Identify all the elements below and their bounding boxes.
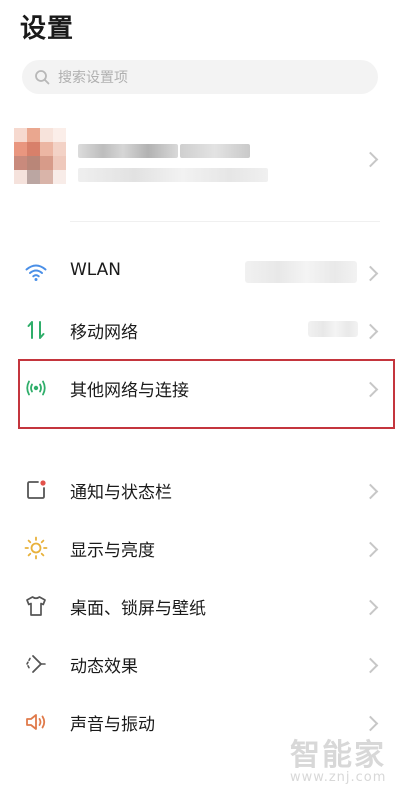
account-name-blurred-2 xyxy=(180,144,250,158)
settings-item-label: 声音与振动 xyxy=(70,715,155,735)
settings-item-label: 移动网络 xyxy=(70,323,138,343)
search-placeholder: 搜索设置项 xyxy=(58,70,128,86)
settings-item-display[interactable]: 显示与亮度 xyxy=(0,520,400,576)
animation-icon xyxy=(26,655,46,673)
settings-item-notifications[interactable]: 通知与状态栏 xyxy=(0,462,400,518)
settings-item-label: 桌面、锁屏与壁纸 xyxy=(70,599,206,619)
mobile-data-icon xyxy=(27,321,45,339)
search-input[interactable]: 搜索设置项 xyxy=(22,60,378,94)
watermark-sub: www.znj.com xyxy=(290,770,387,785)
chevron-right-icon xyxy=(362,483,379,500)
mobile-value-blurred xyxy=(308,321,358,337)
wallpaper-icon xyxy=(26,596,46,616)
chevron-right-icon xyxy=(362,265,379,282)
settings-item-mobile-network[interactable]: 移动网络 xyxy=(0,302,400,358)
chevron-right-icon xyxy=(362,715,379,732)
settings-item-label: 显示与亮度 xyxy=(70,541,155,561)
account-info-blurred xyxy=(78,168,268,182)
sound-icon xyxy=(26,714,46,730)
avatar xyxy=(14,128,66,184)
divider xyxy=(70,221,380,222)
highlight-box xyxy=(18,359,395,429)
settings-item-label: 通知与状态栏 xyxy=(70,483,172,503)
settings-item-wallpaper[interactable]: 桌面、锁屏与壁纸 xyxy=(0,578,400,634)
chevron-right-icon xyxy=(362,599,379,616)
chevron-right-icon xyxy=(362,323,379,340)
account-card[interactable] xyxy=(0,118,400,204)
settings-item-label: 动态效果 xyxy=(70,657,138,677)
chevron-right-icon xyxy=(362,151,379,168)
watermark-main: 智能家 xyxy=(290,738,386,773)
settings-item-wlan[interactable]: WLAN xyxy=(0,244,400,300)
account-name-blurred xyxy=(78,144,178,158)
brightness-icon xyxy=(24,536,48,560)
settings-item-animation[interactable]: 动态效果 xyxy=(0,636,400,692)
settings-item-label: WLAN xyxy=(70,260,122,280)
chevron-right-icon xyxy=(362,541,379,558)
page-title: 设置 xyxy=(20,14,75,44)
notification-icon xyxy=(27,480,46,499)
search-icon xyxy=(35,70,50,85)
wlan-value-blurred xyxy=(245,261,357,283)
wifi-icon xyxy=(25,264,47,281)
chevron-right-icon xyxy=(362,657,379,674)
watermark: 智能家 www.znj.com xyxy=(290,730,386,785)
